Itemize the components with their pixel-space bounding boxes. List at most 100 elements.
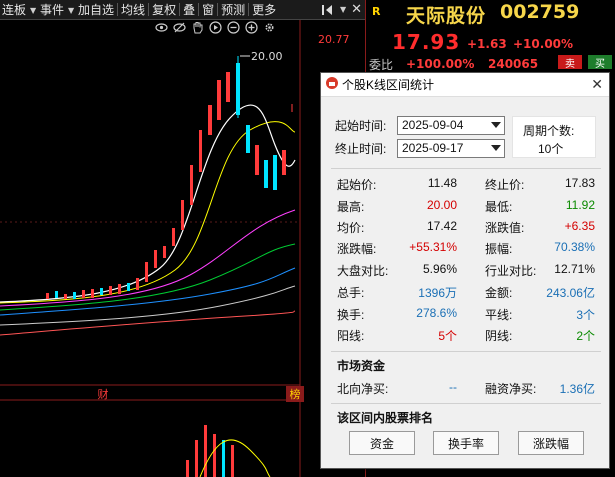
ranking-event-marker[interactable]: 榜 <box>286 386 304 402</box>
stat-value: 20.00 <box>426 198 457 212</box>
northbound-label: 北向净买: <box>337 382 389 396</box>
toolbar-divider <box>117 3 119 16</box>
period-count-box: 周期个数: 10个 <box>512 116 596 158</box>
chevron-down-icon[interactable] <box>491 121 501 128</box>
rank-by-funds-button[interactable]: 资金 <box>349 431 415 455</box>
toolbar-adjust[interactable]: 复权 <box>150 0 178 19</box>
stat-label: 最高: <box>337 200 365 214</box>
stat-label: 换手: <box>337 308 365 322</box>
stat-value: 70.38% <box>554 240 595 254</box>
close-icon[interactable]: ✕ <box>348 2 365 17</box>
stat-row: 最高: 20.00 最低: 11.92 <box>323 195 607 216</box>
stat-row: 换手: 278.6% 平线: 3个 <box>323 303 607 324</box>
stat-label: 涨跌幅: <box>337 242 377 256</box>
chevron-down-icon[interactable] <box>491 144 501 151</box>
indicator-bars <box>186 425 234 477</box>
stat-label: 大盘对比: <box>337 264 389 278</box>
stat-label: 涨跌值: <box>485 221 525 235</box>
interval-stats-table: 起始价: 11.48 终止价: 17.83 最高: 20.00 最低: 11.9… <box>323 171 607 349</box>
rank-by-turnover-button[interactable]: 换手率 <box>433 431 499 455</box>
section-divider <box>331 351 601 352</box>
stat-label: 最低: <box>485 200 513 214</box>
start-date-label: 起始时间: <box>335 118 387 133</box>
stat-value: 11.48 <box>427 176 457 190</box>
price-axis-top-label: 20.77 <box>318 33 350 46</box>
last-price: 17.93 <box>392 30 461 54</box>
stat-value: 12.71% <box>554 262 595 276</box>
toolbar-limit-board[interactable]: 连板 <box>0 0 28 19</box>
ranking-title: 该区间内股票排名 <box>337 411 434 425</box>
stat-row: 总手: 1396万 金额: 243.06亿 <box>323 281 607 302</box>
toolbar-divider <box>148 3 150 16</box>
chevron-down-icon[interactable]: ▼ <box>28 0 38 20</box>
stat-value: 11.92 <box>565 198 595 212</box>
stat-value: 17.42 <box>426 219 457 233</box>
stat-label: 行业对比: <box>485 264 537 278</box>
stat-value: 278.6% <box>416 306 457 320</box>
stat-row: 均价: 17.42 涨跌值: +6.35 <box>323 216 607 237</box>
stat-value: +55.31% <box>409 240 457 254</box>
market-funds-title: 市场资金 <box>337 359 386 373</box>
northbound-value: -- <box>449 380 457 394</box>
stat-value: 5.96% <box>422 262 457 276</box>
margin-label: 融资净买: <box>485 382 537 396</box>
stat-value: 243.06亿 <box>546 286 595 300</box>
dialog-title-bar[interactable]: 个股K线区间统计 ✕ <box>321 73 609 97</box>
stat-label: 金额: <box>485 286 513 300</box>
stock-name: 天际股份 <box>406 5 487 27</box>
sell-button[interactable]: 卖 <box>558 55 582 70</box>
section-divider <box>331 168 601 169</box>
indicator-line <box>199 439 271 477</box>
stock-tag-badge: R <box>372 5 381 18</box>
toolbar-more[interactable]: 更多 <box>250 0 278 19</box>
rank-by-change-button[interactable]: 涨跌幅 <box>518 431 584 455</box>
stat-value: 2个 <box>576 329 595 343</box>
stat-label: 振幅: <box>485 242 513 256</box>
close-icon[interactable]: ✕ <box>591 76 603 93</box>
stock-code: 002759 <box>500 1 580 23</box>
stat-label: 平线: <box>485 308 513 322</box>
toolbar-add-watchlist[interactable]: 加自选 <box>76 0 116 19</box>
finance-event-marker[interactable]: 财 <box>94 386 112 402</box>
collapse-panel-icon[interactable] <box>320 4 338 16</box>
chevron-down-icon[interactable]: ▼ <box>338 0 348 20</box>
toolbar-divider <box>179 3 181 16</box>
stat-label: 阴线: <box>485 329 513 343</box>
start-date-value: 2025-09-04 <box>402 118 464 132</box>
end-date-picker[interactable]: 2025-09-17 <box>397 138 505 158</box>
kline-chart[interactable]: 20.00 <box>0 20 320 477</box>
chevron-down-icon[interactable]: ▼ <box>66 0 76 20</box>
stats-icon <box>325 76 339 93</box>
stat-value: 1396万 <box>418 286 457 300</box>
start-date-picker[interactable]: 2025-09-04 <box>397 115 505 135</box>
toolbar-overlay[interactable]: 叠 <box>181 0 197 19</box>
stat-label: 总手: <box>337 286 365 300</box>
price-change-percent: +10.00% <box>513 37 574 51</box>
section-divider <box>331 403 601 404</box>
dialog-title: 个股K线区间统计 <box>342 78 435 92</box>
toolbar-moving-average[interactable]: 均线 <box>119 0 147 19</box>
toolbar-events[interactable]: 事件 <box>38 0 66 19</box>
market-funds-row: 北向净买: -- 融资净买: 1.36亿 <box>323 377 607 398</box>
stat-label: 均价: <box>337 221 365 235</box>
stat-row: 起始价: 11.48 终止价: 17.83 <box>323 173 607 194</box>
end-date-value: 2025-09-17 <box>402 141 464 155</box>
stat-label: 起始价: <box>337 178 377 192</box>
toolbar-divider <box>198 3 200 16</box>
chart-toolbar: 连板 ▼ 事件 ▼ 加自选 均线 复权 叠 窗 预测 更多 ▼ ✕ <box>0 0 365 20</box>
stat-label: 终止价: <box>485 178 525 192</box>
toolbar-divider <box>217 3 219 16</box>
candle-group <box>46 56 293 299</box>
peak-price-label: 20.00 <box>251 50 283 63</box>
toolbar-forecast[interactable]: 预测 <box>219 0 247 19</box>
buy-button[interactable]: 买 <box>588 55 612 70</box>
toolbar-window[interactable]: 窗 <box>200 0 216 19</box>
stat-row: 涨跌幅: +55.31% 振幅: 70.38% <box>323 237 607 258</box>
stat-value: 3个 <box>576 308 595 322</box>
period-count-value: 10个 <box>538 142 564 156</box>
ma120-line <box>0 285 296 326</box>
stat-row: 大盘对比: 5.96% 行业对比: 12.71% <box>323 259 607 280</box>
toolbar-divider <box>248 3 250 16</box>
end-date-label: 终止时间: <box>335 141 387 156</box>
end-date-row: 终止时间: 2025-09-17 <box>335 138 505 158</box>
